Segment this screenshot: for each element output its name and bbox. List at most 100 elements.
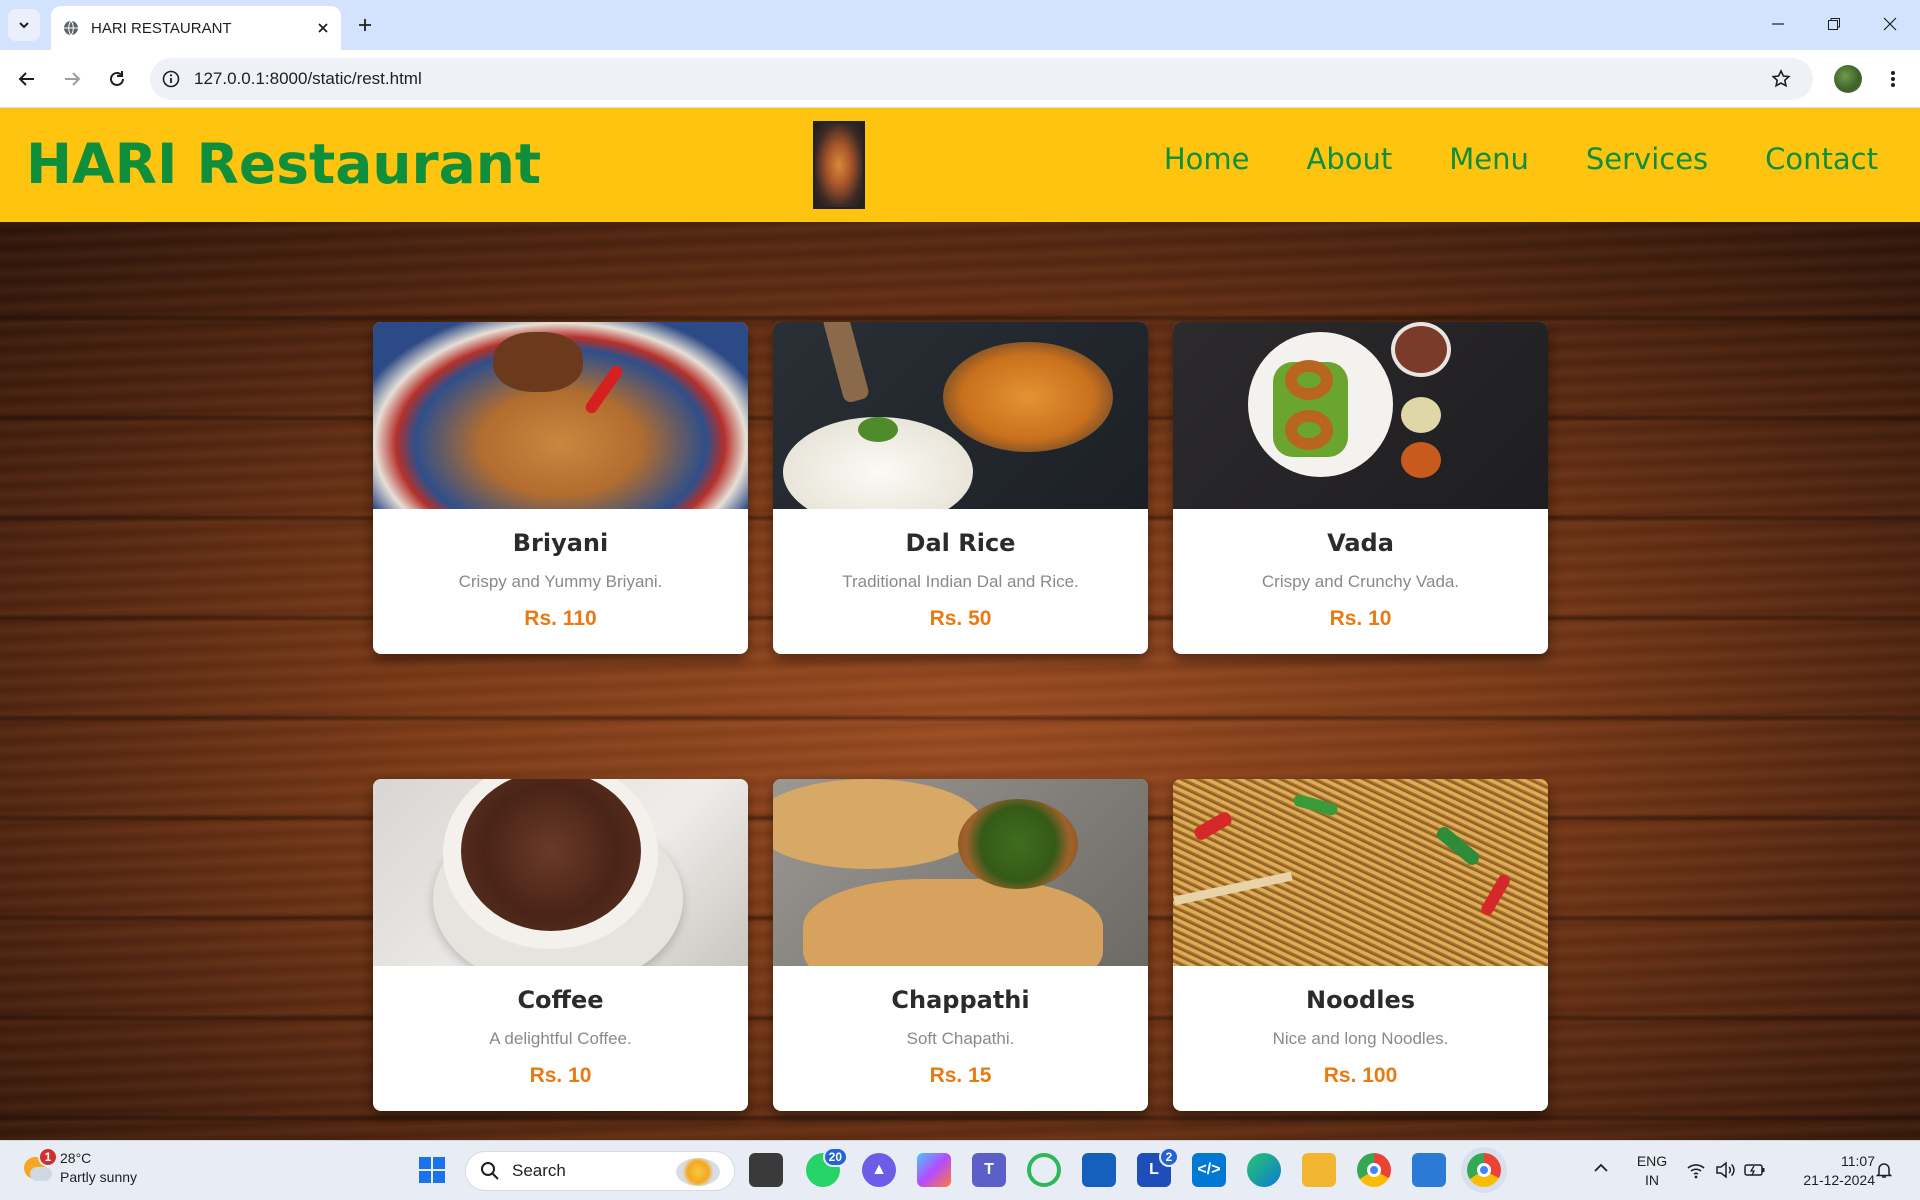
taskbar-search-box[interactable]: Search <box>465 1151 735 1191</box>
whatsapp-icon[interactable]: 20 <box>806 1147 848 1187</box>
nav-home-link[interactable]: Home <box>1164 142 1250 176</box>
card-description: Crispy and Yummy Briyani. <box>458 572 663 591</box>
card-description: Soft Chapathi. <box>906 1029 1015 1048</box>
menu-card-noodles[interactable]: Noodles Nice and long Noodles. Rs. 100 <box>1173 779 1548 1111</box>
search-label: Search <box>512 1161 566 1180</box>
chevron-up-icon <box>1594 1163 1608 1172</box>
menu-card-dal-rice[interactable]: Dal Rice Traditional Indian Dal and Rice… <box>773 322 1148 654</box>
weather-badge: 1 <box>38 1147 58 1167</box>
chrome-icon[interactable] <box>1357 1153 1391 1187</box>
weather-temperature: 28°C <box>60 1150 92 1166</box>
region-code: IN <box>1645 1172 1659 1188</box>
bookmark-star-icon[interactable] <box>1771 69 1791 89</box>
l-app-badge: 2 <box>1159 1147 1179 1167</box>
site-info-icon[interactable] <box>162 70 180 88</box>
card-description: A delightful Coffee. <box>489 1029 632 1048</box>
menu-card-briyani[interactable]: Briyani Crispy and Yummy Briyani. Rs. 11… <box>373 322 748 654</box>
language-code: ENG <box>1636 1153 1668 1169</box>
chappathi-image <box>773 779 1148 966</box>
weather-description: Partly sunny <box>60 1169 138 1185</box>
search-icon <box>481 1162 499 1180</box>
menu-section: Briyani Crispy and Yummy Briyani. Rs. 11… <box>0 222 1920 1140</box>
card-price: Rs. 15 <box>929 1064 992 1087</box>
card-description: Crispy and Crunchy Vada. <box>1261 572 1460 591</box>
card-price: Rs. 10 <box>1329 607 1392 630</box>
card-description: Traditional Indian Dal and Rice. <box>842 572 1079 591</box>
clock-date: 21-12-2024 <box>1803 1172 1875 1188</box>
main-navigation: Home About Menu Services Contact <box>1164 142 1878 176</box>
notepad-icon[interactable] <box>1412 1153 1446 1187</box>
restaurant-logo-image <box>813 121 865 209</box>
battery-icon[interactable] <box>1744 1161 1766 1179</box>
more-vertical-icon <box>1891 71 1895 87</box>
vscode-icon[interactable]: </> <box>1192 1153 1226 1187</box>
chevron-down-icon <box>19 22 29 29</box>
close-window-button[interactable] <box>1862 0 1918 48</box>
site-header: HARI Restaurant Home About Menu Services… <box>0 108 1920 222</box>
card-description: Nice and long Noodles. <box>1272 1029 1449 1048</box>
address-bar[interactable]: 127.0.0.1:8000/static/rest.html <box>150 58 1813 100</box>
edge-icon[interactable] <box>1247 1153 1281 1187</box>
app-triangle-icon[interactable]: ▲ <box>862 1153 896 1187</box>
minimize-icon <box>1772 23 1784 25</box>
nav-menu-link[interactable]: Menu <box>1449 142 1529 176</box>
profile-avatar[interactable] <box>1834 65 1862 93</box>
browser-menu-button[interactable] <box>1876 62 1910 96</box>
tab-search-button[interactable] <box>8 9 40 41</box>
wifi-icon[interactable] <box>1686 1161 1706 1179</box>
windows-taskbar: 1 28°C Partly sunny Search 20 ▲ T L 2 </… <box>0 1140 1920 1200</box>
card-title: Dal Rice <box>905 529 1016 557</box>
browser-toolbar: 127.0.0.1:8000/static/rest.html <box>0 50 1920 108</box>
forward-button[interactable] <box>55 62 89 96</box>
nav-about-link[interactable]: About <box>1307 142 1393 176</box>
browser-tab-strip: HARI RESTAURANT <box>0 0 1920 50</box>
restore-window-button[interactable] <box>1806 0 1862 48</box>
task-view-icon[interactable] <box>749 1153 783 1187</box>
noodles-image <box>1173 779 1548 966</box>
close-icon <box>1883 17 1897 31</box>
store-icon[interactable] <box>1082 1153 1116 1187</box>
arrow-left-icon <box>18 72 34 86</box>
reload-button[interactable] <box>100 62 134 96</box>
show-hidden-icons-button[interactable] <box>1593 1161 1609 1179</box>
volume-icon[interactable] <box>1715 1161 1735 1179</box>
card-price: Rs. 110 <box>524 607 597 630</box>
arrow-right-icon <box>65 72 81 86</box>
briyani-image <box>373 322 748 509</box>
back-button[interactable] <box>10 62 44 96</box>
dal-rice-image <box>773 322 1148 509</box>
nav-services-link[interactable]: Services <box>1586 142 1708 176</box>
card-price: Rs. 50 <box>929 607 992 630</box>
vada-image <box>1173 322 1548 509</box>
menu-card-coffee[interactable]: Coffee A delightful Coffee. Rs. 10 <box>373 779 748 1111</box>
clock[interactable]: 11:07 21-12-2024 <box>1780 1152 1875 1190</box>
close-tab-icon[interactable] <box>317 22 329 34</box>
browser-tab-active[interactable]: HARI RESTAURANT <box>51 6 341 50</box>
card-title: Coffee <box>517 986 604 1014</box>
copilot-icon[interactable] <box>917 1153 951 1187</box>
url-text[interactable]: 127.0.0.1:8000/static/rest.html <box>194 69 422 89</box>
sync-app-icon[interactable] <box>1027 1153 1061 1187</box>
card-price: Rs. 100 <box>1323 1064 1398 1087</box>
weather-widget[interactable]: 1 28°C Partly sunny <box>22 1147 138 1187</box>
reload-icon <box>110 71 124 86</box>
site-brand-title: HARI Restaurant <box>26 132 542 196</box>
card-price: Rs. 10 <box>529 1064 592 1087</box>
start-button[interactable] <box>415 1153 449 1187</box>
menu-card-vada[interactable]: Vada Crispy and Crunchy Vada. Rs. 10 <box>1173 322 1548 654</box>
teams-icon[interactable]: T <box>972 1153 1006 1187</box>
coffee-image <box>373 779 748 966</box>
clock-time: 11:07 <box>1841 1153 1875 1169</box>
nav-contact-link[interactable]: Contact <box>1765 142 1878 176</box>
file-explorer-icon[interactable] <box>1302 1153 1336 1187</box>
card-title: Briyani <box>512 529 609 557</box>
plus-icon <box>359 19 371 31</box>
windows-logo-icon <box>419 1157 445 1183</box>
minimize-window-button[interactable] <box>1750 0 1806 48</box>
language-indicator[interactable]: ENG IN <box>1627 1152 1677 1190</box>
l-app-icon[interactable]: L 2 <box>1137 1147 1179 1187</box>
chrome-active-icon[interactable] <box>1467 1153 1501 1187</box>
new-tab-button[interactable] <box>349 9 381 41</box>
notification-bell-icon[interactable] <box>1875 1161 1893 1179</box>
menu-card-chappathi[interactable]: Chappathi Soft Chapathi. Rs. 15 <box>773 779 1148 1111</box>
